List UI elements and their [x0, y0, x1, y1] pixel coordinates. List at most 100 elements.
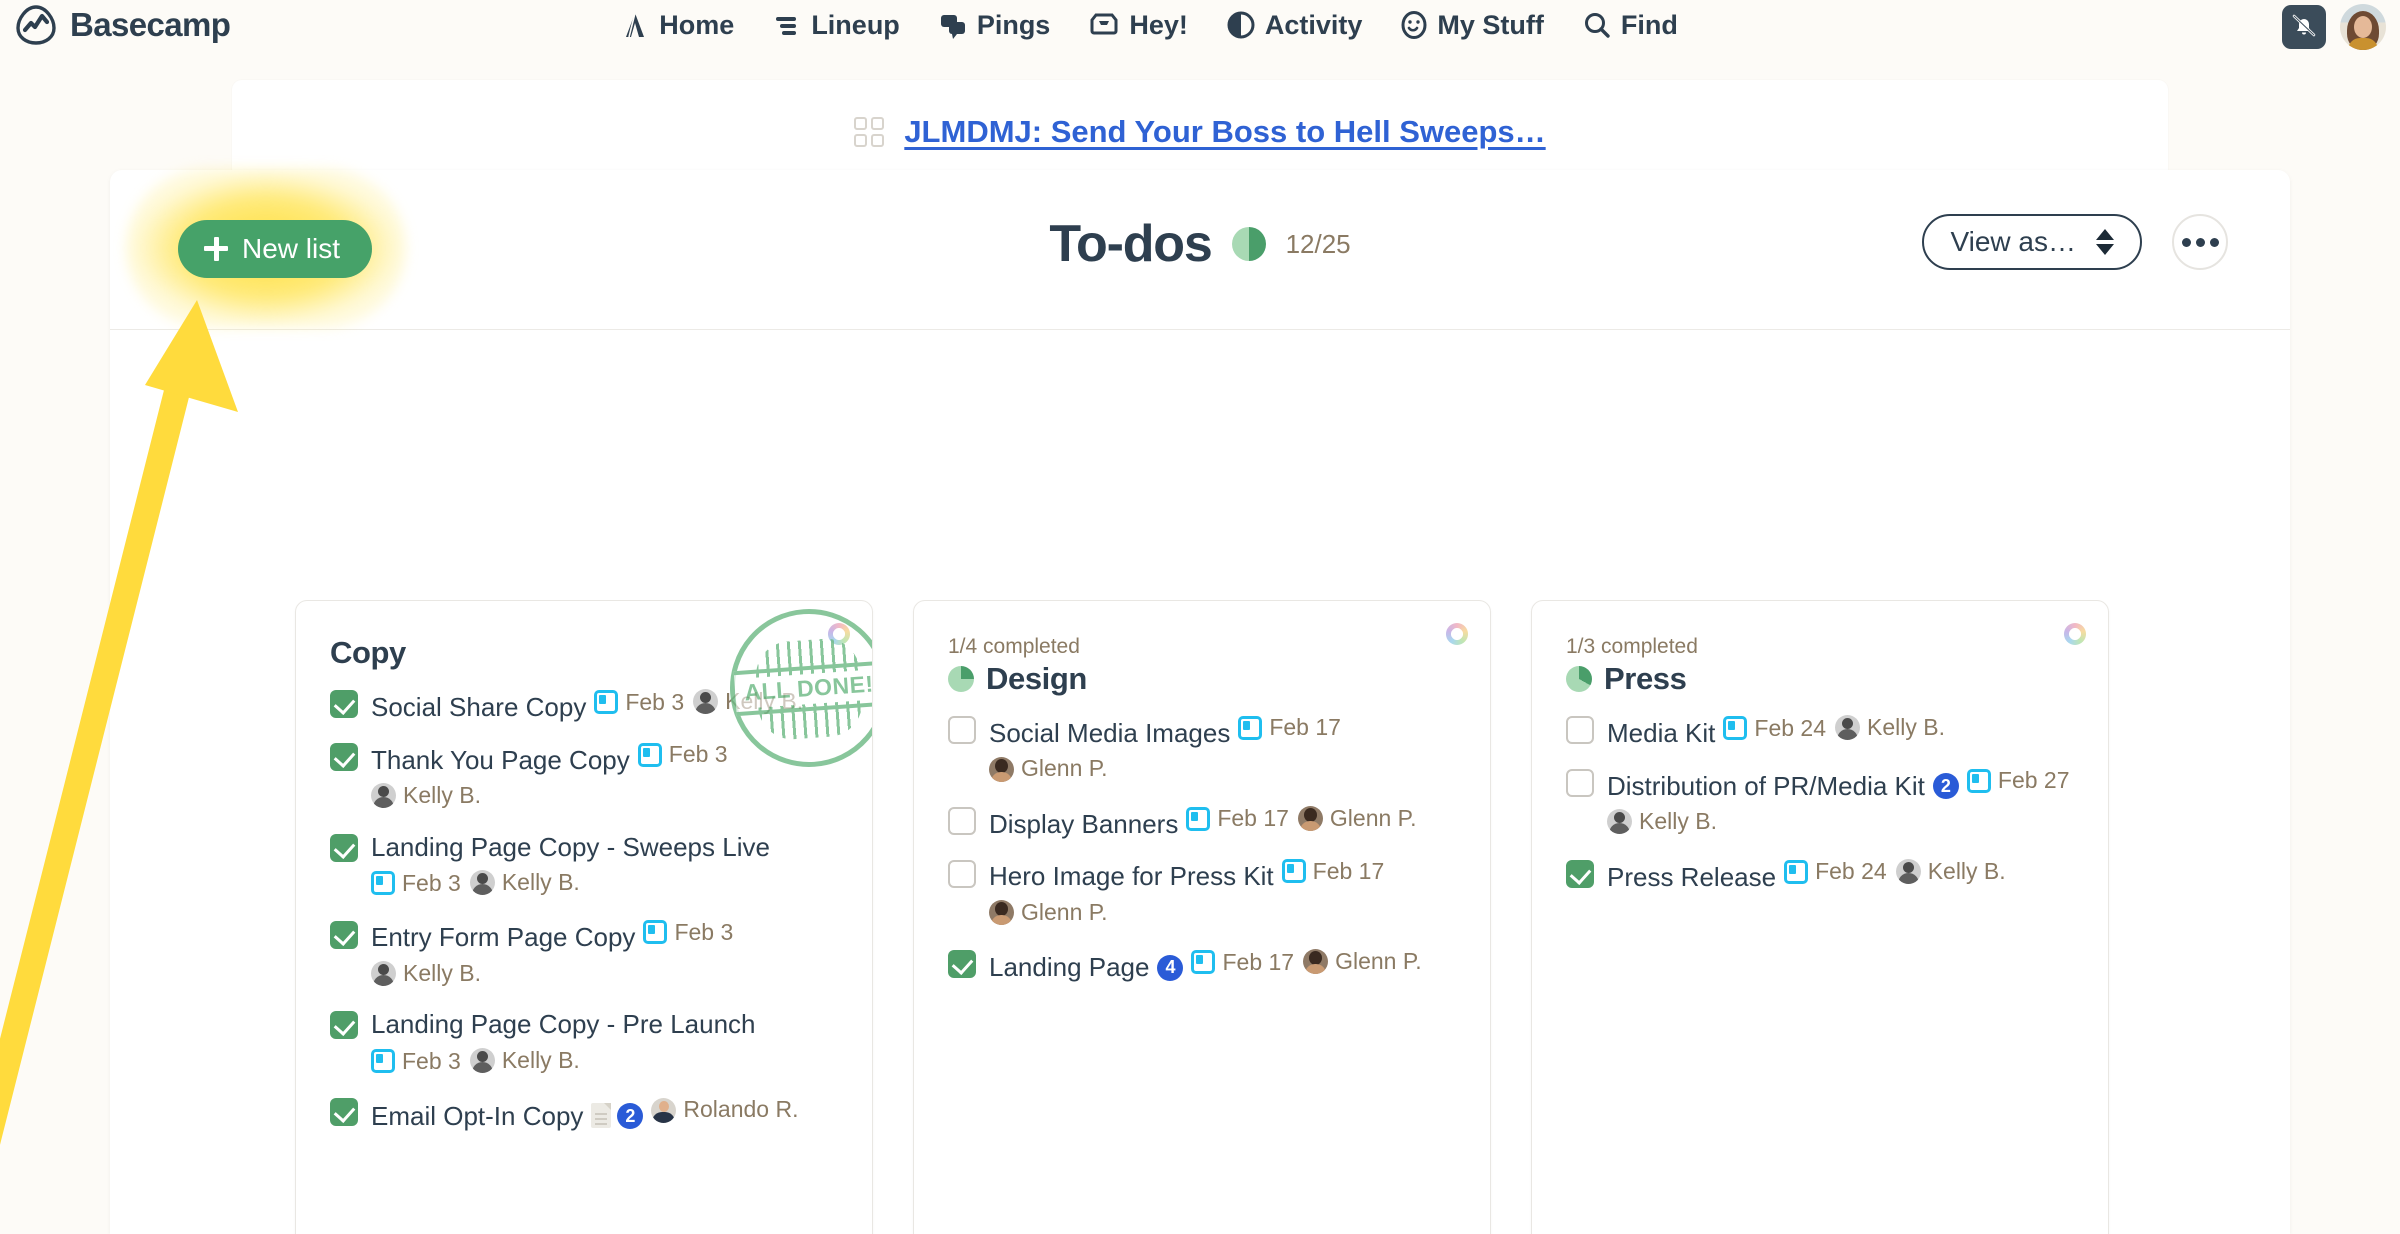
avatar: [469, 870, 495, 896]
todo-checkbox[interactable]: [1566, 716, 1594, 744]
comment-count-badge[interactable]: 4: [1157, 954, 1184, 981]
avatar: [989, 756, 1014, 782]
calendar-icon: [637, 742, 662, 767]
breadcrumb-project-link[interactable]: JLMDMJ: Send Your Boss to Hell Sweeps…: [904, 114, 1545, 150]
nav-item-activity[interactable]: Activity: [1226, 10, 1362, 41]
todo-assignee[interactable]: Kelly B.: [469, 1044, 580, 1077]
todo-assignee[interactable]: Kelly B.: [1895, 855, 2006, 888]
brand-home-link[interactable]: Basecamp: [14, 3, 231, 47]
calendar-icon: [594, 690, 619, 715]
todo-checkbox[interactable]: [330, 1098, 358, 1127]
due-date-label: Feb 3: [668, 740, 728, 767]
due-date-label: Feb 24: [1815, 858, 1887, 885]
todo-assignee[interactable]: Glenn P.: [989, 896, 1108, 929]
todo-checkbox[interactable]: [330, 690, 358, 718]
list-title[interactable]: Copy: [330, 635, 406, 671]
todo-assignee[interactable]: Kelly B.: [469, 866, 580, 899]
todo-title[interactable]: Landing Page Copy - Sweeps Live: [371, 832, 770, 862]
todo-due-date[interactable]: Feb 3: [371, 1045, 461, 1078]
todo-title[interactable]: Hero Image for Press Kit: [989, 861, 1274, 891]
user-avatar[interactable]: [2340, 4, 2386, 50]
todo-checkbox[interactable]: [948, 806, 976, 835]
comment-count-badge[interactable]: 2: [1932, 772, 1959, 799]
page-title: To-dos: [1049, 215, 1212, 273]
notifications-toggle-button[interactable]: [2282, 5, 2326, 49]
todo-title[interactable]: Media Kit: [1607, 718, 1715, 748]
todo-title[interactable]: Social Media Images: [989, 718, 1230, 748]
todo-assignee[interactable]: Kelly B.: [693, 685, 803, 718]
view-as-button[interactable]: View as…: [1922, 214, 2142, 270]
todo-item: Social Share Copy Feb 3 Kelly B.: [330, 685, 844, 727]
todo-due-date[interactable]: Feb 17: [1281, 855, 1384, 888]
todo-checkbox[interactable]: [948, 950, 976, 979]
todo-checkbox[interactable]: [1566, 859, 1594, 888]
todo-due-date[interactable]: Feb 27: [1966, 764, 2070, 797]
nav-item-lineup[interactable]: Lineup: [772, 10, 900, 41]
todo-title[interactable]: Landing Page: [989, 952, 1149, 982]
todo-assignee[interactable]: Kelly B.: [1835, 711, 1945, 744]
todo-title[interactable]: Landing Page Copy - Pre Launch: [371, 1009, 756, 1039]
color-wheel-icon[interactable]: [1446, 623, 1468, 645]
nav-label: Home: [659, 9, 735, 40]
nav-item-hey[interactable]: Hey!: [1088, 10, 1188, 41]
todo-due-date[interactable]: Feb 3: [637, 738, 728, 771]
todo-title[interactable]: Distribution of PR/Media Kit: [1607, 771, 1925, 801]
todo-title[interactable]: Email Opt-In Copy: [371, 1101, 583, 1131]
color-wheel-icon[interactable]: [2064, 623, 2086, 645]
todo-due-date[interactable]: Feb 17: [1191, 946, 1294, 979]
todo-assignee[interactable]: Kelly B.: [1607, 805, 1717, 838]
due-date-label: Feb 24: [1754, 714, 1826, 741]
list-pie-progress-icon: [948, 666, 974, 692]
todo-item: Landing Page Copy - Pre Launch Feb 3 Kelly…: [330, 1006, 844, 1082]
todo-assignee[interactable]: Glenn P.: [1303, 945, 1422, 978]
list-title-row: Design: [948, 661, 1462, 697]
todo-assignee[interactable]: Kelly B.: [371, 779, 481, 812]
todo-checkbox[interactable]: [948, 716, 976, 744]
todo-title[interactable]: Press Release: [1607, 862, 1776, 892]
color-wheel-icon[interactable]: [828, 623, 850, 645]
nav-label: Lineup: [811, 9, 900, 40]
todo-due-date[interactable]: Feb 24: [1784, 855, 1887, 888]
todo-assignee[interactable]: Glenn P.: [1297, 802, 1416, 835]
todo-item: Media Kit Feb 24 Kelly B.: [1566, 711, 2080, 753]
list-completed-count: 1/4 completed: [948, 635, 1080, 658]
assignee-name: Glenn P.: [1335, 948, 1422, 975]
avatar: [469, 1048, 495, 1074]
todo-item: Hero Image for Press Kit Feb 17 Glenn P.: [948, 855, 1462, 935]
todo-checkbox[interactable]: [1566, 768, 1594, 797]
nav-item-my-stuff[interactable]: My Stuff: [1400, 9, 1544, 41]
todo-title[interactable]: Entry Form Page Copy: [371, 922, 635, 952]
comment-count-badge[interactable]: 2: [617, 1102, 644, 1129]
todo-assignee[interactable]: Rolando R.: [651, 1093, 798, 1126]
todo-due-date[interactable]: Feb 17: [1238, 711, 1341, 744]
todo-checkbox[interactable]: [330, 920, 358, 949]
todo-due-date[interactable]: Feb 3: [594, 686, 684, 719]
todo-checkbox[interactable]: [330, 1011, 358, 1040]
todo-title[interactable]: Social Share Copy: [371, 692, 586, 722]
nav-label: My Stuff: [1437, 9, 1544, 40]
todo-title[interactable]: Display Banners: [989, 809, 1178, 839]
todo-due-date[interactable]: Feb 17: [1186, 802, 1289, 835]
todo-title[interactable]: Thank You Page Copy: [371, 745, 630, 775]
assignee-name: Kelly B.: [501, 869, 580, 896]
todo-item: Display Banners Feb 17 Glenn P.: [948, 802, 1462, 844]
more-options-button[interactable]: [2172, 214, 2228, 270]
due-date-label: Feb 3: [402, 869, 461, 896]
todo-checkbox[interactable]: [948, 859, 976, 888]
view-as-label: View as…: [1950, 226, 2076, 257]
todo-due-date[interactable]: Feb 3: [643, 916, 733, 949]
list-title[interactable]: Design: [986, 661, 1087, 697]
nav-item-pings[interactable]: Pings: [938, 10, 1050, 41]
todo-due-date[interactable]: Feb 24: [1723, 712, 1826, 745]
calendar-icon: [1281, 859, 1306, 884]
todo-due-date[interactable]: Feb 3: [371, 867, 461, 900]
todo-assignee[interactable]: Kelly B.: [371, 957, 481, 990]
nav-item-home[interactable]: Home: [620, 10, 734, 41]
document-attachment-icon[interactable]: [591, 1102, 612, 1128]
avatar: [989, 900, 1014, 926]
nav-item-find[interactable]: Find: [1582, 10, 1678, 41]
todo-checkbox[interactable]: [330, 742, 358, 771]
list-title[interactable]: Press: [1604, 661, 1687, 697]
todo-checkbox[interactable]: [330, 833, 358, 862]
todo-assignee[interactable]: Glenn P.: [989, 752, 1108, 785]
